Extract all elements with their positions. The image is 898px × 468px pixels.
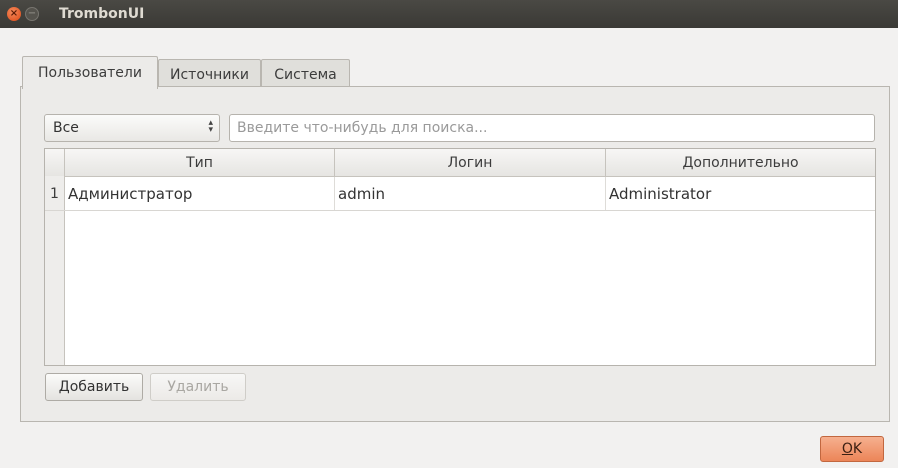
up-down-arrow-icon: ▴ ▾ [208,119,213,135]
tab-users[interactable]: Пользователи [22,56,158,89]
tab-users-label: Пользователи [38,65,142,81]
tab-sources-label: Источники [170,66,249,83]
search-input[interactable] [229,114,875,142]
minimize-icon[interactable]: − [25,7,39,21]
column-header-extra[interactable]: Дополнительно [606,149,875,176]
table-row[interactable]: 1 Администратор admin Administrator [45,177,875,211]
column-header-type[interactable]: Тип [65,149,335,176]
tab-system-label: Система [274,66,337,83]
tab-system[interactable]: Система [261,59,350,89]
tab-sources[interactable]: Источники [158,59,261,89]
add-button[interactable]: Добавить [45,373,143,401]
ok-mnemonic: O [841,441,853,457]
filter-combobox[interactable]: Все ▴ ▾ [44,114,220,142]
cell-login[interactable]: admin [335,177,606,210]
arrow-down-glyph: ▾ [208,125,213,135]
cell-type[interactable]: Администратор [65,177,335,210]
column-header-login[interactable]: Логин [335,149,606,176]
users-table: Тип Логин Дополнительно 1 Администратор … [44,148,876,366]
row-number[interactable]: 1 [45,177,65,210]
delete-button[interactable]: Удалить [150,373,246,401]
cell-extra[interactable]: Administrator [606,177,875,210]
close-icon[interactable]: × [7,7,21,21]
window-title: TrombonUI [59,6,145,22]
ok-button[interactable]: OK [820,436,884,462]
window-titlebar: × − TrombonUI [0,0,898,28]
table-corner[interactable] [45,149,65,176]
ok-label-rest: K [852,441,863,457]
table-header: Тип Логин Дополнительно [45,149,875,177]
filter-selected-value: Все [53,120,79,136]
